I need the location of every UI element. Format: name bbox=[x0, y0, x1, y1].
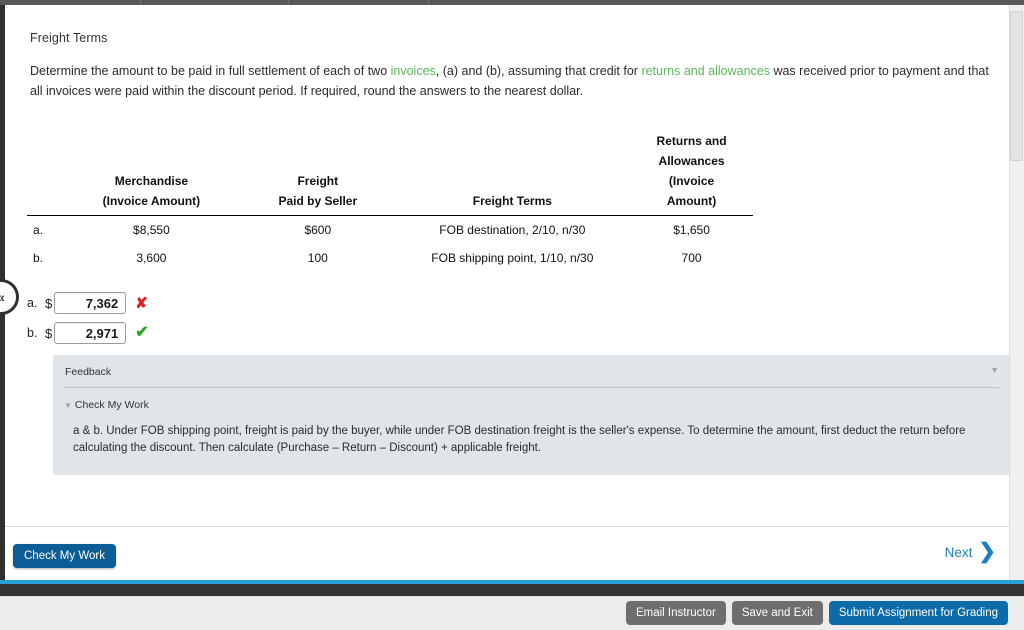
feedback-panel: Feedback ▼ ▼ Check My Work a & b. Under F… bbox=[53, 355, 1009, 475]
check-my-work-label: Check My Work bbox=[74, 399, 149, 411]
table-header-row: Merchandise (Invoice Amount) Freight Pai… bbox=[27, 131, 753, 216]
glossary-link-invoices[interactable]: invoices bbox=[391, 64, 436, 78]
question-text-part1: Determine the amount to be paid in full … bbox=[30, 64, 391, 78]
col-header-merchandise-l1: Merchandise bbox=[114, 174, 189, 188]
table-header: Merchandise (Invoice Amount) Freight Pai… bbox=[27, 131, 753, 216]
row-merchandise: 3,600 bbox=[136, 251, 167, 265]
incorrect-icon: ✘ bbox=[135, 294, 148, 312]
row-label: a. bbox=[33, 223, 44, 237]
answer-input-a[interactable] bbox=[54, 292, 127, 314]
currency-symbol-a: $ bbox=[45, 295, 53, 311]
col-header-terms: Freight Terms bbox=[394, 131, 631, 216]
save-and-exit-button[interactable]: Save and Exit bbox=[731, 601, 823, 625]
col-header-freight-l1: Freight bbox=[297, 174, 339, 188]
answer-letter-b: b. bbox=[27, 326, 38, 340]
page-title: Freight Terms bbox=[30, 31, 108, 45]
card-divider bbox=[5, 526, 1009, 527]
row-freight: 100 bbox=[307, 251, 328, 265]
col-header-returns-l3: (Invoice bbox=[668, 174, 715, 188]
answer-letter-a: a. bbox=[27, 296, 38, 310]
answer-row-a: a. $ ✘ bbox=[27, 289, 149, 317]
answer-input-b[interactable] bbox=[54, 322, 127, 344]
check-my-work-disclosure[interactable]: ▼ Check My Work bbox=[64, 399, 149, 411]
vertical-scrollbar[interactable] bbox=[1009, 5, 1024, 580]
question-card: Freight Terms Determine the amount to be… bbox=[5, 5, 1009, 527]
correct-icon: ✔ bbox=[135, 324, 149, 341]
col-header-terms-label: Freight Terms bbox=[472, 194, 552, 208]
check-my-work-button[interactable]: Check My Work bbox=[13, 544, 116, 568]
table-row: b. 3,600 100 FOB shipping point, 1/10, n… bbox=[27, 244, 753, 272]
row-merchandise: $8,550 bbox=[133, 223, 170, 237]
question-text-part2: , (a) and (b), assuming that credit for bbox=[435, 64, 642, 78]
row-returns: $1,650 bbox=[673, 223, 710, 237]
row-freight: $600 bbox=[304, 223, 332, 237]
answer-row-b: b. $ ✔ bbox=[27, 319, 149, 347]
submit-assignment-button[interactable]: Submit Assignment for Grading bbox=[828, 601, 1008, 625]
table-row: a. $8,550 $600 FOB destination, 2/10, n/… bbox=[27, 216, 753, 245]
chevron-down-icon[interactable]: ▼ bbox=[990, 365, 999, 375]
next-label: Next bbox=[944, 544, 973, 560]
col-header-freight-l2: Paid by Seller bbox=[278, 194, 358, 208]
col-header-returns-l4: Amount) bbox=[666, 194, 717, 208]
col-header-returns: Returns and Allowances (Invoice Amount) bbox=[630, 131, 753, 216]
currency-symbol-b: $ bbox=[45, 325, 53, 341]
col-header-merchandise: Merchandise (Invoice Amount) bbox=[61, 131, 241, 216]
col-header-label bbox=[27, 131, 62, 216]
dark-separator-bar bbox=[0, 584, 1024, 596]
feedback-heading: Feedback bbox=[65, 366, 112, 378]
feedback-divider bbox=[64, 387, 999, 388]
row-label: b. bbox=[33, 251, 44, 265]
chevron-right-icon: ❯ bbox=[978, 540, 996, 563]
col-header-freight: Freight Paid by Seller bbox=[241, 131, 395, 216]
triangle-down-icon: ▼ bbox=[64, 401, 72, 410]
row-returns: 700 bbox=[681, 251, 702, 265]
scrollbar-thumb[interactable] bbox=[1010, 11, 1023, 161]
assignment-page: « Freight Terms Determine the amount to … bbox=[0, 0, 1024, 630]
col-header-merchandise-l2: (Invoice Amount) bbox=[102, 194, 201, 208]
col-header-returns-l2: Allowances bbox=[658, 154, 725, 168]
footer-button-group: Email Instructor Save and Exit Submit As… bbox=[625, 601, 1008, 625]
email-instructor-button[interactable]: Email Instructor bbox=[625, 601, 726, 625]
col-header-returns-l1: Returns and bbox=[656, 134, 727, 148]
row-terms: FOB shipping point, 1/10, n/30 bbox=[431, 251, 594, 265]
footer-bar: Email Instructor Save and Exit Submit As… bbox=[0, 596, 1024, 630]
glossary-link-returns-allowances[interactable]: returns and allowances bbox=[641, 64, 770, 78]
answer-section: a. $ ✘ b. $ ✔ bbox=[27, 289, 149, 349]
next-button[interactable]: Next ❯ bbox=[944, 540, 996, 563]
feedback-text: a & b. Under FOB shipping point, freight… bbox=[73, 425, 966, 454]
table-body: a. $8,550 $600 FOB destination, 2/10, n/… bbox=[27, 216, 753, 273]
row-terms: FOB destination, 2/10, n/30 bbox=[439, 223, 586, 237]
freight-terms-table: Merchandise (Invoice Amount) Freight Pai… bbox=[27, 131, 753, 272]
chevron-left-double-icon: « bbox=[0, 289, 5, 305]
question-text: Determine the amount to be paid in full … bbox=[30, 61, 998, 101]
